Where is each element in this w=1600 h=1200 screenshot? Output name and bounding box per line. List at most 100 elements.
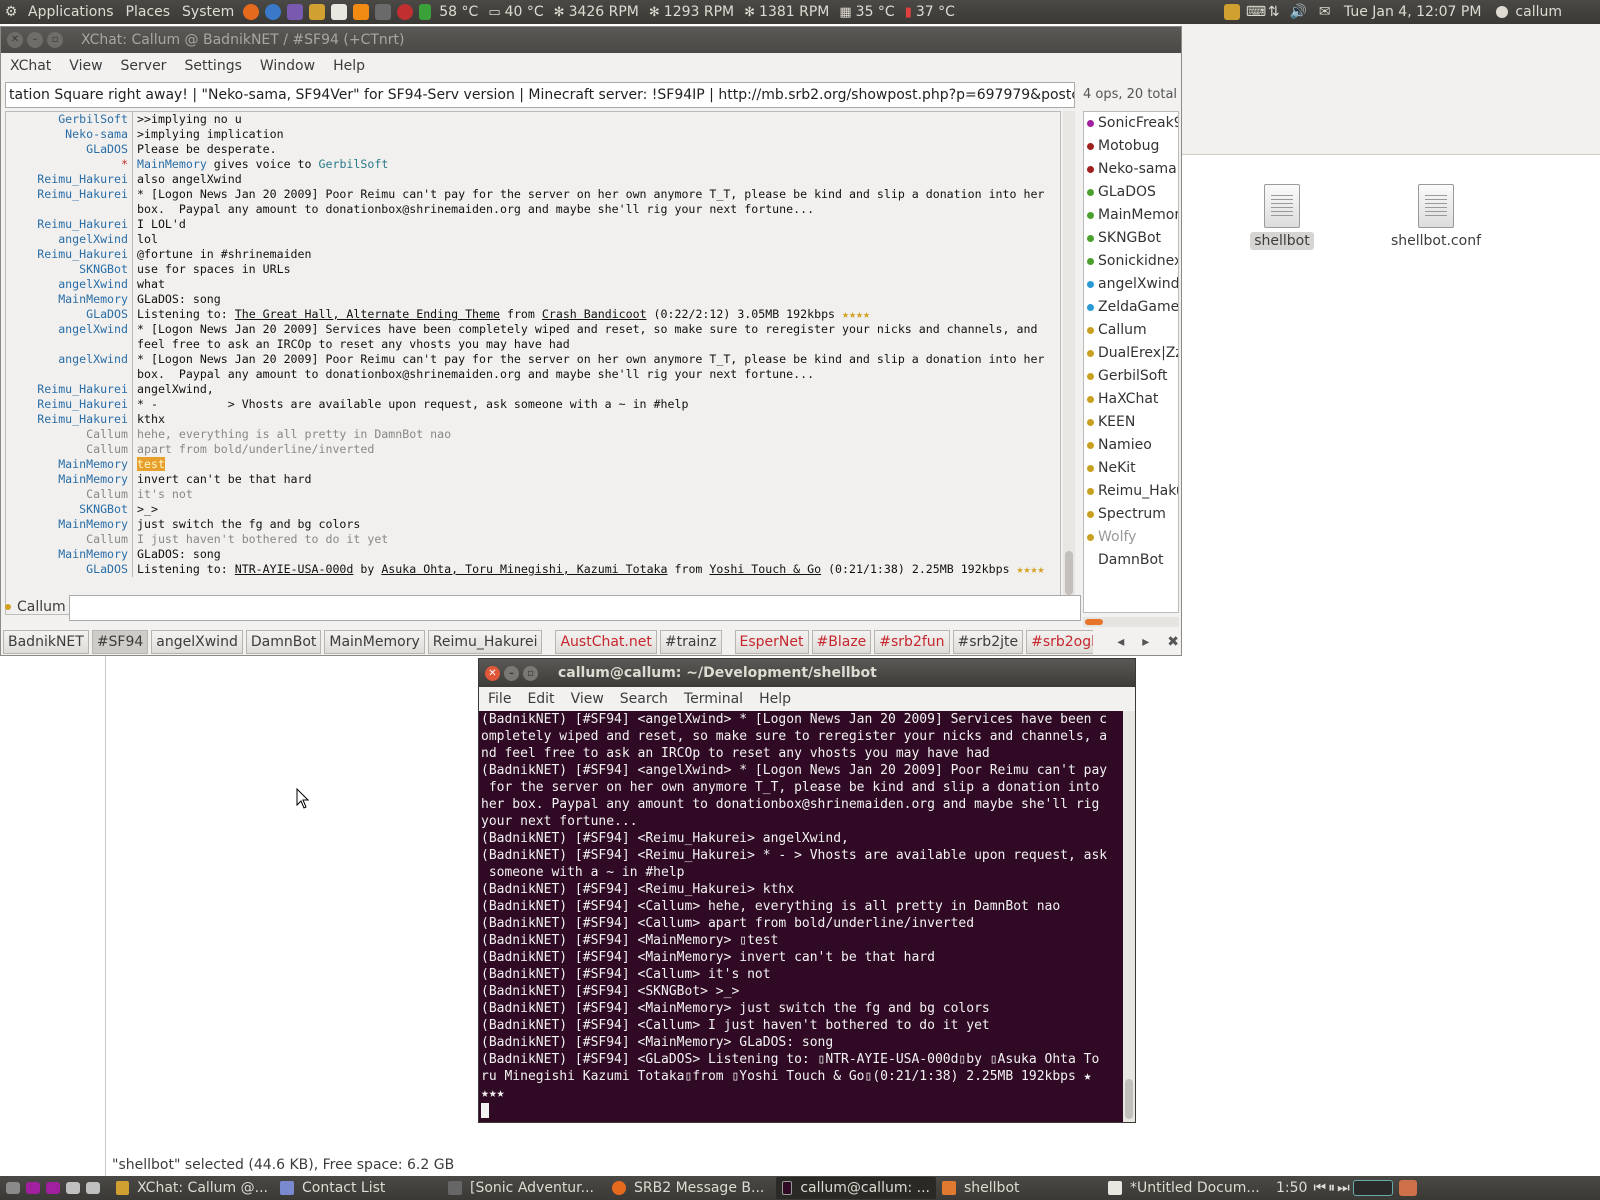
tab-badniknet[interactable]: BadnikNET — [3, 630, 89, 654]
menu-help[interactable]: Help — [324, 58, 374, 74]
user-list-item[interactable]: Sonickidnextgen — [1084, 250, 1178, 273]
close-icon[interactable]: ✕ — [7, 32, 23, 48]
workspace-1-icon[interactable] — [26, 1182, 40, 1194]
trash-icon[interactable] — [1398, 1180, 1417, 1196]
chat-nick[interactable]: angelXwind — [6, 232, 132, 247]
next-track-icon[interactable]: ⏭ — [1337, 1180, 1350, 1196]
menu-edit[interactable]: Edit — [518, 691, 561, 707]
applications-menu[interactable]: Applications — [22, 4, 120, 20]
pidgin-launcher-icon[interactable] — [287, 4, 304, 20]
chat-nick[interactable]: Reimu_Hakurei — [6, 412, 132, 427]
tab-blaze[interactable]: #Blaze — [811, 630, 872, 654]
chat-nick[interactable]: Neko-sama — [6, 127, 132, 142]
user-list-item[interactable]: KEEN — [1084, 411, 1178, 434]
terminal-output[interactable]: (BadnikNET) [#SF94] <angelXwind> * [Logo… — [479, 711, 1123, 1122]
keyboard-icon[interactable]: ⌨ — [1246, 4, 1266, 20]
chat-nick[interactable]: GerbilSoft — [6, 112, 132, 127]
thunderbird-launcher-icon[interactable] — [265, 4, 282, 20]
terminal-scrollbar[interactable] — [1123, 711, 1135, 1122]
user-list-item[interactable]: Wolfy — [1084, 526, 1178, 549]
user-list-item[interactable]: SKNGBot — [1084, 227, 1178, 250]
terminal-titlebar[interactable]: ✕ – ▫ callum@callum: ~/Development/shell… — [479, 659, 1135, 687]
menu-file[interactable]: File — [479, 691, 518, 707]
chat-nick[interactable]: angelXwind — [6, 322, 132, 352]
chat-nick[interactable]: GLaDOS — [6, 562, 132, 577]
user-list-item[interactable]: Spectrum — [1084, 503, 1178, 526]
chat-nick[interactable]: SKNGBot — [6, 262, 132, 277]
chat-nick[interactable]: Callum — [6, 442, 132, 457]
maximize-icon[interactable]: ▫ — [47, 32, 63, 48]
tab-close-icon[interactable]: ✖ — [1167, 634, 1179, 650]
chat-scroll-thumb[interactable] — [1065, 551, 1073, 595]
terminal-scroll-thumb[interactable] — [1125, 1079, 1133, 1119]
clock[interactable]: Tue Jan 4, 12:07 PM — [1344, 4, 1482, 20]
chat-nick[interactable]: Reimu_Hakurei — [6, 382, 132, 397]
chat-nick[interactable]: MainMemory — [6, 472, 132, 487]
chat-nick[interactable]: MainMemory — [6, 457, 132, 472]
user-list-item[interactable]: HaXChat — [1084, 388, 1178, 411]
mail-icon[interactable]: ✉ — [1319, 4, 1335, 20]
task-shellbot-folder[interactable]: shellbot — [936, 1177, 1102, 1199]
volume-icon[interactable]: 🔊 — [1290, 4, 1307, 20]
task-sonic-adventure[interactable]: [Sonic Adventur... — [442, 1177, 606, 1199]
tab-next-icon[interactable]: ▸ — [1142, 634, 1149, 650]
chat-nick[interactable]: Reimu_Hakurei — [6, 247, 132, 262]
chat-nick[interactable]: MainMemory — [6, 547, 132, 562]
user-list-item[interactable]: Namieo — [1084, 434, 1178, 457]
close-icon[interactable]: ✕ — [485, 665, 500, 681]
tab-srb2ogl[interactable]: #srb2ogl — [1026, 630, 1093, 654]
text-editor-launcher-icon[interactable] — [331, 4, 348, 20]
user-list-item[interactable]: NeKit — [1084, 457, 1178, 480]
places-menu[interactable]: Places — [120, 4, 177, 20]
menu-view[interactable]: View — [60, 58, 111, 74]
maximize-icon[interactable]: ▫ — [523, 665, 538, 681]
chat-nick[interactable]: SKNGBot — [6, 502, 132, 517]
menu-help[interactable]: Help — [750, 691, 798, 707]
chat-nick[interactable]: GLaDOS — [6, 142, 132, 157]
menu-view[interactable]: View — [562, 691, 611, 707]
workspace-3-icon[interactable] — [66, 1182, 80, 1194]
chat-nick[interactable]: angelXwind — [6, 352, 132, 382]
user-list-item[interactable]: DualErex|Zzz — [1084, 342, 1178, 365]
tab-prev-icon[interactable]: ◂ — [1117, 634, 1124, 650]
user-list-item[interactable]: Neko-sama — [1084, 158, 1178, 181]
chat-nick[interactable]: Reimu_Hakurei — [6, 397, 132, 412]
show-desktop-icon[interactable] — [6, 1182, 20, 1194]
menu-xchat[interactable]: XChat — [1, 58, 60, 74]
chat-nick[interactable]: Callum — [6, 427, 132, 442]
tab-angelxwind[interactable]: angelXwind — [151, 630, 243, 654]
file-shellbot[interactable]: shellbot — [1222, 184, 1342, 250]
prev-track-icon[interactable]: ⏮ — [1313, 1180, 1326, 1196]
workspace-2-icon[interactable] — [46, 1182, 60, 1194]
chat-nick[interactable]: angelXwind — [6, 277, 132, 292]
vlc-launcher-icon[interactable] — [353, 4, 370, 20]
menu-search[interactable]: Search — [611, 691, 675, 707]
chat-nick[interactable]: Reimu_Hakurei — [6, 187, 132, 217]
tab-trainz[interactable]: #trainz — [659, 630, 722, 654]
user-list-item[interactable]: angelXwind — [1084, 273, 1178, 296]
minimize-icon[interactable]: – — [504, 665, 519, 681]
tab-espernet[interactable]: EsperNet — [734, 630, 809, 654]
chat-scrollbar[interactable] — [1063, 111, 1075, 615]
menu-settings[interactable]: Settings — [175, 58, 250, 74]
firefox-launcher-icon[interactable] — [243, 4, 260, 20]
tab-mainmemory[interactable]: MainMemory — [324, 630, 425, 654]
user-list-item[interactable]: Reimu_Hakurei — [1084, 480, 1178, 503]
minimize-icon[interactable]: – — [27, 32, 43, 48]
chat-nick[interactable]: Reimu_Hakurei — [6, 217, 132, 232]
menu-terminal[interactable]: Terminal — [675, 691, 750, 707]
system-monitor-icon[interactable] — [1352, 1180, 1393, 1196]
user-list-item[interactable]: SonicFreak94 — [1084, 112, 1178, 135]
task-srb2-message-board[interactable]: SRB2 Message B... — [606, 1177, 776, 1199]
menu-server[interactable]: Server — [112, 58, 176, 74]
chat-nick[interactable]: MainMemory — [6, 517, 132, 532]
user-list-item[interactable]: ZeldaGamer — [1084, 296, 1178, 319]
game-tray-icon[interactable] — [1223, 4, 1240, 20]
tab-srb2fun[interactable]: #srb2fun — [874, 630, 950, 654]
chat-nick[interactable]: Reimu_Hakurei — [6, 172, 132, 187]
chat-log[interactable]: GerbilSoft >>implying no u Neko-sama >imply… — [5, 111, 1061, 615]
pause-icon[interactable]: ⏸ — [1328, 1180, 1335, 1196]
user-list-item[interactable]: DamnBot — [1084, 549, 1178, 572]
tab-damnbot[interactable]: DamnBot — [245, 630, 322, 654]
ubuntu-logo-icon[interactable]: ⚙ — [3, 4, 19, 20]
